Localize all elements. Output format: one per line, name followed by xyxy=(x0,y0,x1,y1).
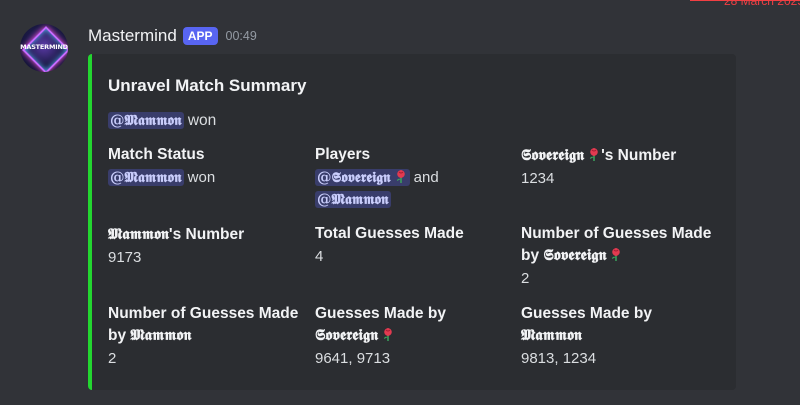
fancy-name: 𝕾𝖔𝖛𝖊𝖗𝖊𝖎𝖌𝖓 xyxy=(543,245,607,264)
field-players: Players @𝕾𝖔𝖛𝖊𝖗𝖊𝖎𝖌𝖓 and @𝕸𝖆𝖒𝖒𝖔𝖓 xyxy=(315,144,510,211)
user-mention[interactable]: @𝕸𝖆𝖒𝖒𝖔𝖓 xyxy=(315,191,391,208)
date-divider: 28 March 2025 xyxy=(723,0,800,8)
app-badge: APP xyxy=(182,27,218,45)
embed-title: Unravel Match Summary xyxy=(108,76,307,95)
embed-card: Unravel Match Summary @𝕸𝖆𝖒𝖒𝖔𝖓 won Match … xyxy=(88,54,736,390)
avatar[interactable]: MASTERMIND xyxy=(20,24,68,72)
field-value-text: won xyxy=(187,169,216,186)
rose-icon xyxy=(384,328,392,341)
user-mention[interactable]: @𝕸𝖆𝖒𝖒𝖔𝖓 xyxy=(108,112,184,129)
rose-icon xyxy=(590,148,598,161)
field-name: Guesses Made by 𝕸𝖆𝖒𝖒𝖔𝖓 xyxy=(521,303,716,346)
user-mention[interactable]: @𝕸𝖆𝖒𝖒𝖔𝖓 xyxy=(108,169,184,186)
field-value-text: and xyxy=(413,169,439,186)
fancy-name: 𝕸𝖆𝖒𝖒𝖔𝖓 xyxy=(521,325,582,344)
field-mammon-number: 𝕸𝖆𝖒𝖒𝖔𝖓's Number 9173 xyxy=(108,223,303,269)
field-value: 2 xyxy=(108,350,117,367)
field-name-prefix: Guesses Made by xyxy=(315,305,446,322)
field-value: 1234 xyxy=(521,170,555,187)
field-name: 𝕸𝖆𝖒𝖒𝖔𝖓's Number xyxy=(108,223,303,245)
field-name: Guesses Made by 𝕾𝖔𝖛𝖊𝖗𝖊𝖎𝖌𝖓 xyxy=(315,303,510,346)
mention-text: @𝕾𝖔𝖛𝖊𝖗𝖊𝖎𝖌𝖓 xyxy=(317,169,391,186)
message-header: Mastermind APP 00:49 xyxy=(88,26,257,46)
field-value: @𝕾𝖔𝖛𝖊𝖗𝖊𝖎𝖌𝖓 and @𝕸𝖆𝖒𝖒𝖔𝖓 xyxy=(315,167,510,211)
avatar-text: MASTERMIND xyxy=(20,43,68,51)
field-value: 9173 xyxy=(108,249,142,266)
field-name: Players xyxy=(315,146,371,163)
field-value: 2 xyxy=(521,270,530,287)
rose-icon xyxy=(612,248,621,261)
field-name-prefix: Guesses Made by xyxy=(521,305,652,322)
field-guesses-mammon: Number of Guesses Made by 𝕸𝖆𝖒𝖒𝖔𝖓 2 xyxy=(108,303,303,370)
field-name: Match Status xyxy=(108,146,205,163)
field-name-suffix: 's Number xyxy=(601,147,677,164)
fancy-name: 𝕸𝖆𝖒𝖒𝖔𝖓 xyxy=(130,325,192,344)
field-name-suffix: 's Number xyxy=(168,226,245,243)
embed-description: @𝕸𝖆𝖒𝖒𝖔𝖓 won xyxy=(108,112,216,130)
fancy-name: 𝕸𝖆𝖒𝖒𝖔𝖓 xyxy=(108,224,169,243)
field-value: 9813, 1234 xyxy=(521,350,597,367)
fancy-name: 𝕾𝖔𝖛𝖊𝖗𝖊𝖎𝖌𝖓 xyxy=(315,325,379,344)
fancy-name: 𝕾𝖔𝖛𝖊𝖗𝖊𝖎𝖌𝖓 xyxy=(521,145,585,164)
field-guesses-sovereign: Number of Guesses Made by 𝕾𝖔𝖛𝖊𝖗𝖊𝖎𝖌𝖓 2 xyxy=(521,223,716,290)
field-name: Number of Guesses Made by 𝕾𝖔𝖛𝖊𝖗𝖊𝖎𝖌𝖓 xyxy=(521,223,716,266)
field-value: 9641, 9713 xyxy=(315,350,391,367)
field-match-status: Match Status @𝕸𝖆𝖒𝖒𝖔𝖓 won xyxy=(108,144,303,189)
field-made-by-sovereign: Guesses Made by 𝕾𝖔𝖛𝖊𝖗𝖊𝖎𝖌𝖓 9641, 9713 xyxy=(315,303,510,370)
message-timestamp[interactable]: 00:49 xyxy=(226,29,257,43)
user-mention[interactable]: @𝕾𝖔𝖛𝖊𝖗𝖊𝖎𝖌𝖓 xyxy=(315,169,410,186)
field-value: @𝕸𝖆𝖒𝖒𝖔𝖓 won xyxy=(108,167,303,189)
field-sovereign-number: 𝕾𝖔𝖛𝖊𝖗𝖊𝖎𝖌𝖓 's Number 1234 xyxy=(521,144,716,190)
field-total-guesses: Total Guesses Made 4 xyxy=(315,223,510,268)
field-value: 4 xyxy=(315,248,324,265)
field-name: Total Guesses Made xyxy=(315,225,464,242)
description-text: won xyxy=(187,112,217,129)
field-made-by-mammon: Guesses Made by 𝕸𝖆𝖒𝖒𝖔𝖓 9813, 1234 xyxy=(521,303,716,370)
field-name: 𝕾𝖔𝖛𝖊𝖗𝖊𝖎𝖌𝖓 's Number xyxy=(521,144,716,166)
rose-icon xyxy=(396,170,405,183)
field-name: Number of Guesses Made by 𝕸𝖆𝖒𝖒𝖔𝖓 xyxy=(108,303,303,346)
author-name[interactable]: Mastermind xyxy=(88,26,177,46)
